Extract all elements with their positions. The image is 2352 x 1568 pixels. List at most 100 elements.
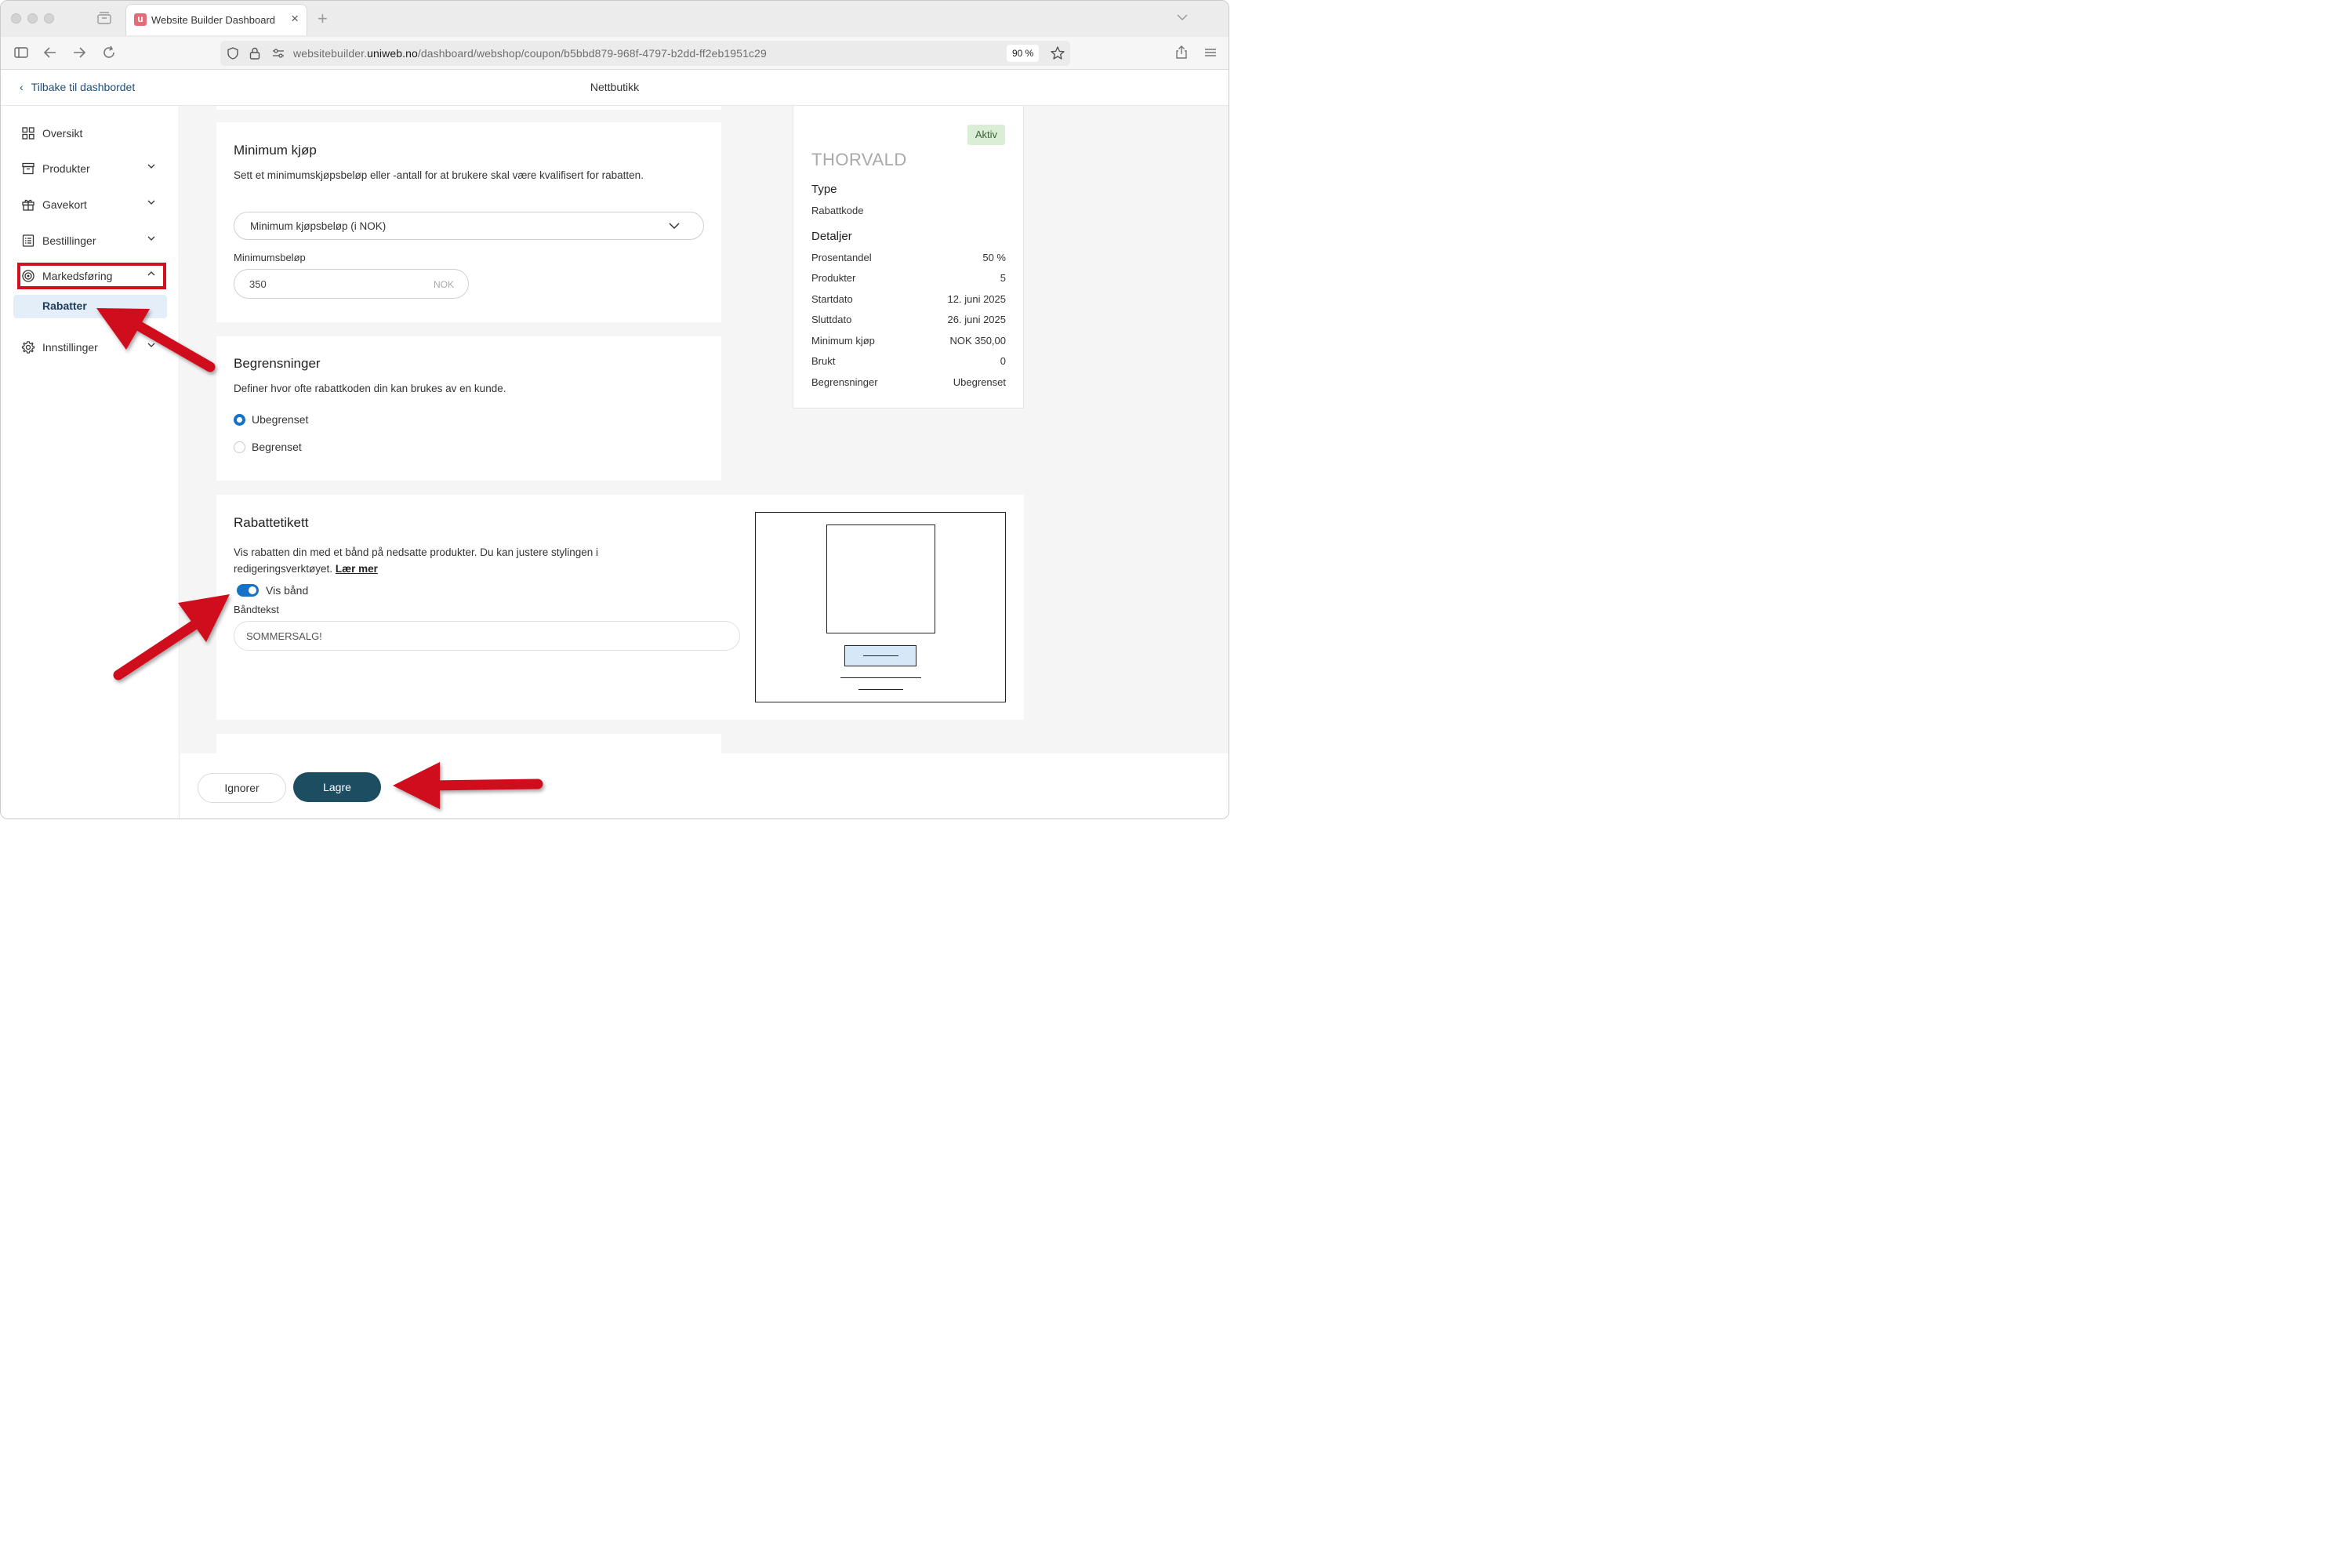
preview-text-line bbox=[840, 677, 921, 678]
detail-row: Minimum kjøp NOK 350,00 bbox=[811, 335, 1006, 349]
detail-key: Begrensninger bbox=[811, 376, 878, 388]
detail-row: Sluttdato 26. juni 2025 bbox=[811, 314, 1006, 328]
tab-list-chevron-icon[interactable] bbox=[1177, 12, 1188, 23]
preview-text-line bbox=[858, 689, 903, 690]
menu-icon[interactable] bbox=[1203, 45, 1218, 60]
detail-key: Prosentandel bbox=[811, 252, 872, 263]
tab-title: Website Builder Dashboard bbox=[151, 14, 276, 26]
radio-label: Ubegrenset bbox=[252, 413, 309, 426]
radio-button[interactable] bbox=[234, 441, 245, 453]
chevron-down-icon bbox=[147, 236, 155, 241]
address-bar[interactable]: websitebuilder.uniweb.no/dashboard/websh… bbox=[220, 41, 1070, 66]
card-title: Rabattetikett bbox=[234, 515, 309, 530]
description-text: Vis rabatten din med et bånd på nedsatte… bbox=[234, 546, 599, 575]
site-settings-icon[interactable] bbox=[271, 48, 285, 59]
detail-value: 26. juni 2025 bbox=[947, 314, 1006, 325]
lock-icon[interactable] bbox=[249, 46, 261, 60]
app-header: ‹ Tilbake til dashbordet Nettbutikk bbox=[1, 70, 1229, 106]
url-text[interactable]: websitebuilder.uniweb.no/dashboard/websh… bbox=[293, 47, 767, 60]
detail-value: 5 bbox=[1000, 272, 1006, 284]
sidebar-item-label: Bestillinger bbox=[42, 234, 96, 247]
sidebar-toggle-icon[interactable] bbox=[13, 45, 29, 60]
select-value: Minimum kjøpsbeløp (i NOK) bbox=[250, 220, 387, 232]
detail-value: NOK 350,00 bbox=[949, 335, 1006, 347]
browser-window: u Website Builder Dashboard × + websiteb… bbox=[0, 0, 1229, 819]
sidebar-item-oversikt[interactable]: Oversikt bbox=[13, 118, 167, 147]
forward-arrow-icon[interactable] bbox=[71, 45, 87, 60]
detail-row: Startdato 12. juni 2025 bbox=[811, 293, 1006, 307]
card-description: Definer hvor ofte rabattkoden din kan br… bbox=[234, 383, 506, 394]
sidebar-subitem-label: Rabatter bbox=[42, 299, 87, 312]
ignore-button[interactable]: Ignorer bbox=[198, 773, 286, 803]
url-domain: uniweb.no bbox=[367, 47, 418, 60]
ribbon-text-input[interactable]: SOMMERSALG! bbox=[234, 621, 740, 651]
main-content: Minimum kjøp Sett et minimumskjøpsbeløp … bbox=[180, 106, 1229, 753]
share-icon[interactable] bbox=[1174, 45, 1189, 60]
type-value: Rabattkode bbox=[811, 205, 864, 216]
detail-value: Ubegrenset bbox=[953, 376, 1006, 388]
detail-key: Startdato bbox=[811, 293, 853, 305]
toggle-label: Vis bånd bbox=[266, 584, 309, 597]
action-footer: Ignorer Lagre bbox=[180, 753, 1229, 818]
sidebar-item-label: Produkter bbox=[42, 162, 90, 175]
favicon-icon: u bbox=[134, 13, 147, 26]
field-label: Båndtekst bbox=[234, 604, 279, 615]
detail-row: Begrensninger Ubegrenset bbox=[811, 376, 1006, 390]
sidebar-item-label: Gavekort bbox=[42, 198, 87, 211]
window-minimize-dot[interactable] bbox=[27, 13, 38, 24]
detail-value: 0 bbox=[1000, 355, 1006, 367]
card-title: Minimum kjøp bbox=[234, 143, 317, 158]
detail-key: Brukt bbox=[811, 355, 836, 367]
sidebar-item-bestillinger[interactable]: Bestillinger bbox=[13, 226, 167, 254]
sidebar-item-label: Innstillinger bbox=[42, 341, 98, 354]
new-tab-icon[interactable]: + bbox=[318, 9, 328, 29]
sidebar-subitem-rabatter[interactable]: Rabatter bbox=[13, 295, 167, 318]
tab-overview-icon[interactable] bbox=[96, 11, 112, 25]
chevron-down-icon bbox=[147, 164, 155, 169]
preview-image-placeholder bbox=[826, 524, 935, 633]
window-zoom-dot[interactable] bbox=[44, 13, 54, 24]
sidebar-item-produkter[interactable]: Produkter bbox=[13, 154, 167, 182]
list-icon bbox=[22, 234, 34, 247]
radio-button-checked[interactable] bbox=[234, 414, 245, 426]
details-heading: Detaljer bbox=[811, 230, 852, 243]
field-label: Minimumsbeløp bbox=[234, 252, 306, 263]
minimum-type-select[interactable]: Minimum kjøpsbeløp (i NOK) bbox=[234, 212, 704, 240]
sidebar-item-gavekort[interactable]: Gavekort bbox=[13, 190, 167, 218]
reload-icon[interactable] bbox=[101, 45, 117, 60]
tab-close-icon[interactable]: × bbox=[291, 11, 299, 27]
status-badge: Aktiv bbox=[967, 125, 1005, 145]
gift-icon bbox=[22, 199, 34, 211]
input-value: 350 bbox=[249, 278, 267, 290]
browser-tab[interactable]: u Website Builder Dashboard × bbox=[125, 4, 307, 35]
sidebar-item-label: Oversikt bbox=[42, 127, 83, 140]
card-title: Begrensninger bbox=[234, 356, 321, 371]
url-prefix: websitebuilder. bbox=[293, 47, 368, 60]
tab-bar: u Website Builder Dashboard × + bbox=[1, 1, 1229, 37]
window-close-dot[interactable] bbox=[11, 13, 21, 24]
gear-icon bbox=[21, 341, 35, 354]
type-heading: Type bbox=[811, 183, 837, 196]
coupon-code: THORVALD bbox=[811, 150, 907, 169]
url-path: /dashboard/webshop/coupon/b5bbd879-968f-… bbox=[417, 47, 767, 60]
restrictions-card: Begrensninger Definer hvor ofte rabattko… bbox=[216, 336, 721, 481]
sidebar: Oversikt Produkter Gavekort Bestillinger… bbox=[1, 106, 180, 818]
detail-key: Sluttdato bbox=[811, 314, 852, 325]
sidebar-item-innstillinger[interactable]: Innstillinger bbox=[13, 332, 167, 361]
coupon-summary-panel: Aktiv THORVALD Type Rabattkode Detaljer … bbox=[793, 106, 1024, 408]
back-arrow-icon[interactable] bbox=[42, 45, 58, 60]
minimum-amount-input[interactable]: 350 NOK bbox=[234, 269, 469, 299]
bookmark-star-icon[interactable] bbox=[1050, 45, 1065, 61]
zoom-badge[interactable]: 90 % bbox=[1007, 45, 1040, 62]
show-ribbon-toggle[interactable] bbox=[237, 584, 259, 597]
input-value: SOMMERSALG! bbox=[246, 630, 322, 642]
input-unit: NOK bbox=[433, 279, 454, 290]
chevron-down-icon bbox=[669, 223, 680, 230]
card-description: Vis rabatten din med et bånd på nedsatte… bbox=[234, 544, 673, 577]
preview-button-placeholder bbox=[844, 645, 916, 666]
chevron-down-icon bbox=[147, 200, 155, 205]
learn-more-link[interactable]: Lær mer bbox=[336, 563, 378, 575]
shield-icon[interactable] bbox=[226, 46, 240, 60]
detail-key: Minimum kjøp bbox=[811, 335, 875, 347]
save-button[interactable]: Lagre bbox=[293, 772, 381, 802]
